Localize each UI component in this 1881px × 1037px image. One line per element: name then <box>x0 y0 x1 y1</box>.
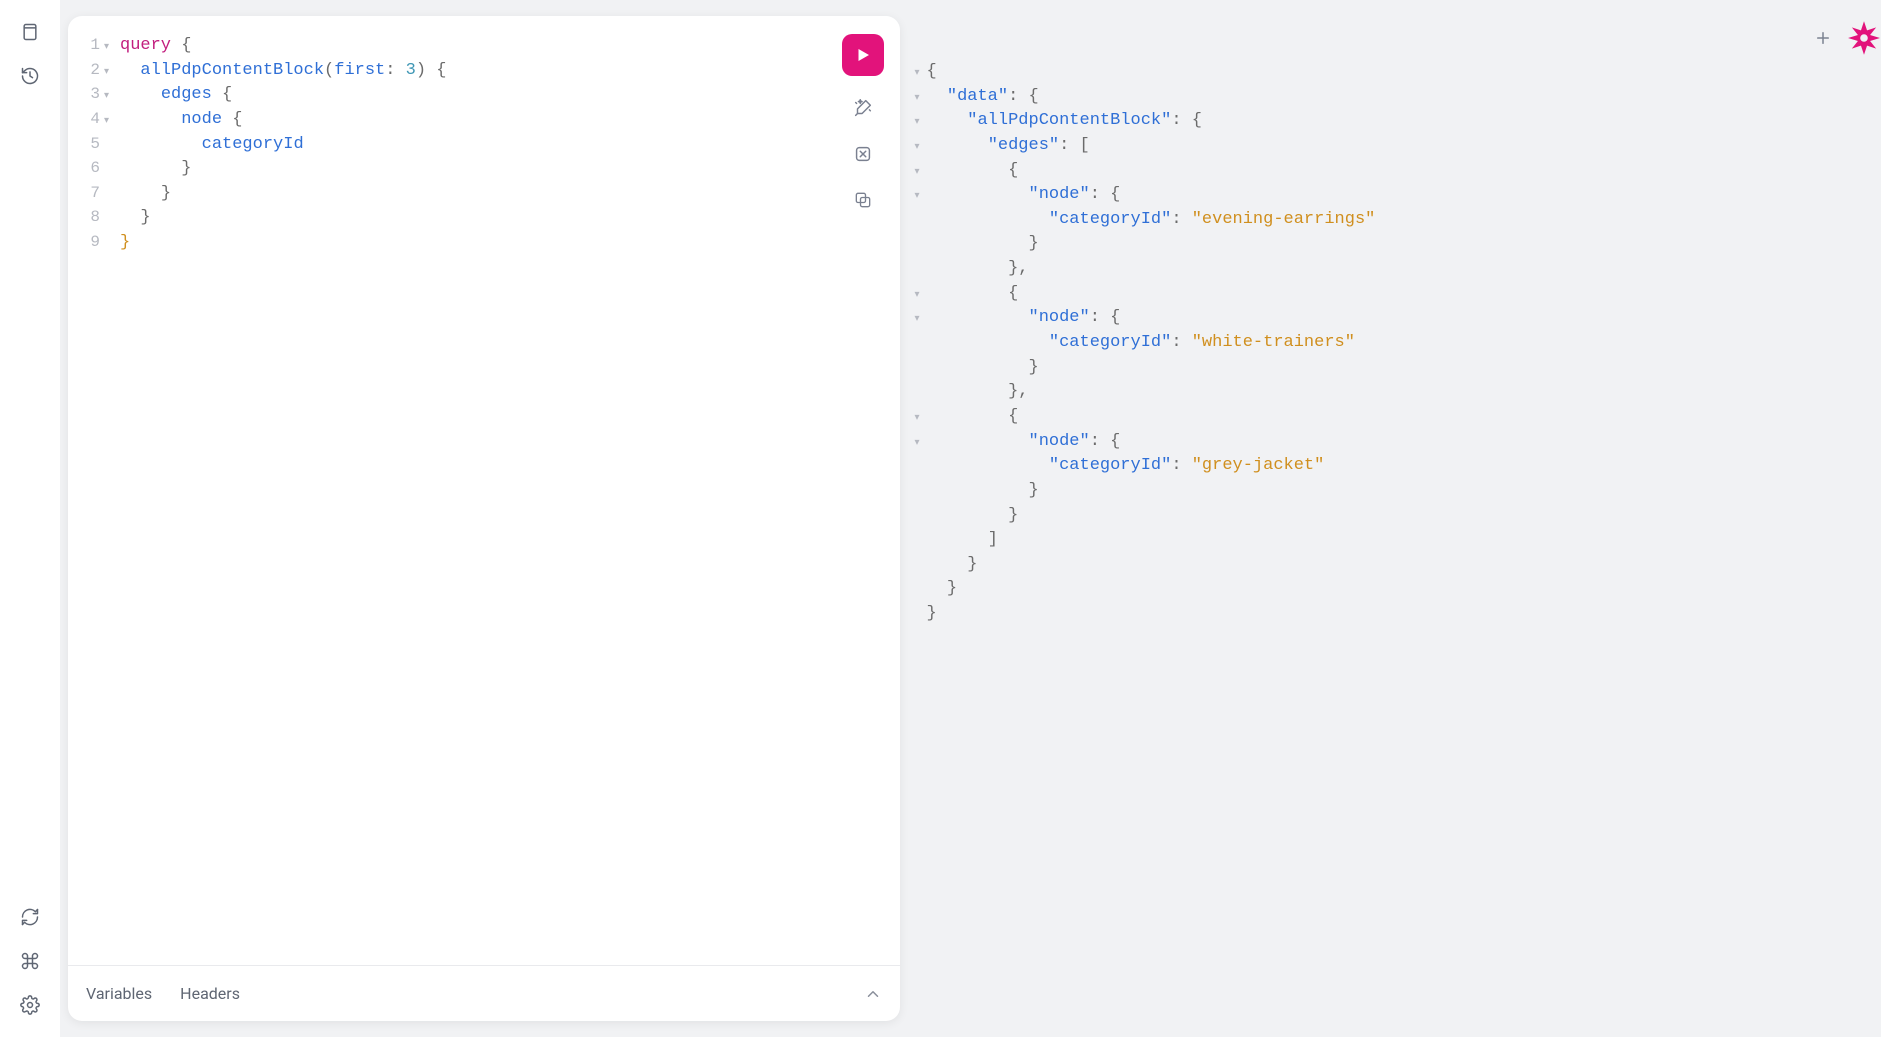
docs-icon[interactable] <box>12 14 48 50</box>
copy-icon[interactable] <box>849 186 877 214</box>
shortcuts-icon[interactable] <box>12 943 48 979</box>
new-tab-icon[interactable] <box>1808 23 1838 53</box>
result-viewer[interactable]: ▾{▾ "data": {▾ "allPdpContentBlock": {▾ … <box>912 60 1795 627</box>
query-editor[interactable]: 1▾query {2▾ allPdpContentBlock(first: 3)… <box>68 16 900 965</box>
tab-headers[interactable]: Headers <box>180 984 240 1003</box>
editor-pane: 1▾query {2▾ allPdpContentBlock(first: 3)… <box>60 0 900 1037</box>
editor-card: 1▾query {2▾ allPdpContentBlock(first: 3)… <box>68 16 900 1021</box>
editor-actions <box>842 34 884 214</box>
sidebar-right <box>1811 0 1881 1037</box>
chevron-up-icon[interactable] <box>864 985 882 1003</box>
settings-icon[interactable] <box>12 987 48 1023</box>
editor-footer: Variables Headers <box>68 965 900 1021</box>
main: 1▾query {2▾ allPdpContentBlock(first: 3)… <box>60 0 1811 1037</box>
graphiql-logo-icon <box>1844 18 1881 58</box>
prettify-icon[interactable] <box>849 94 877 122</box>
refresh-icon[interactable] <box>12 899 48 935</box>
history-icon[interactable] <box>12 58 48 94</box>
result-pane: ▾{▾ "data": {▾ "allPdpContentBlock": {▾ … <box>900 0 1811 1037</box>
sidebar-left <box>0 0 60 1037</box>
merge-icon[interactable] <box>849 140 877 168</box>
tab-variables[interactable]: Variables <box>86 984 152 1003</box>
run-button[interactable] <box>842 34 884 76</box>
